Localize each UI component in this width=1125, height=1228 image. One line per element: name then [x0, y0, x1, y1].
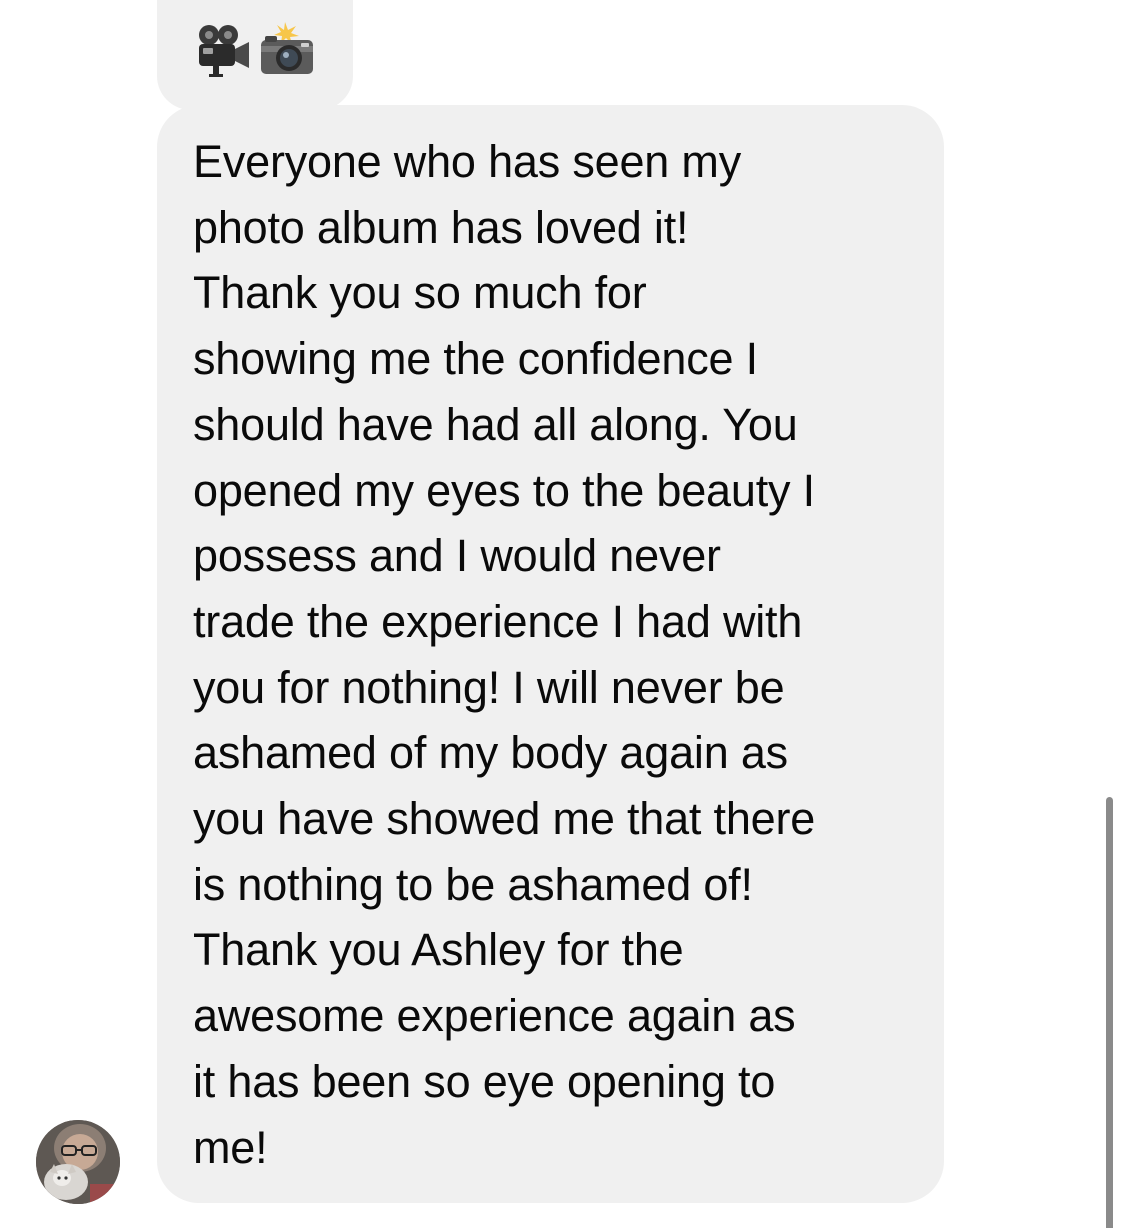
message-line: Thank you Ashley for the — [193, 924, 684, 976]
message-line: showing me the confidence I — [193, 333, 758, 385]
message-line: opened my eyes to the beauty I — [193, 464, 815, 516]
message-line: should have had all along. You — [193, 398, 798, 450]
movie-camera-icon — [195, 22, 251, 78]
message-line: trade the experience I had with — [193, 595, 803, 647]
message-line: Everyone who has seen my — [193, 136, 741, 187]
message-line: photo album has loved it! — [193, 201, 689, 253]
emoji-row — [195, 22, 315, 78]
message-line: ashamed of my body again as — [193, 727, 788, 779]
message-line: you for nothing! I will never be — [193, 661, 785, 713]
scrollbar[interactable] — [1106, 797, 1113, 1228]
message-line: me! — [193, 1121, 268, 1173]
message-text: Everyone who has seen my photo album has… — [193, 129, 923, 1180]
message-line: Thank you so much for — [193, 267, 647, 319]
message-line: awesome experience again as — [193, 990, 796, 1042]
sender-avatar[interactable] — [36, 1120, 120, 1204]
camera-with-flash-icon — [259, 22, 315, 78]
message-line: possess and I would never — [193, 530, 721, 582]
message-line: you have showed me that there — [193, 793, 816, 845]
message-line: it has been so eye opening to — [193, 1055, 776, 1107]
messenger-screen: Everyone who has seen my photo album has… — [0, 0, 1125, 1228]
message-line: is nothing to be ashamed of! — [193, 858, 753, 910]
